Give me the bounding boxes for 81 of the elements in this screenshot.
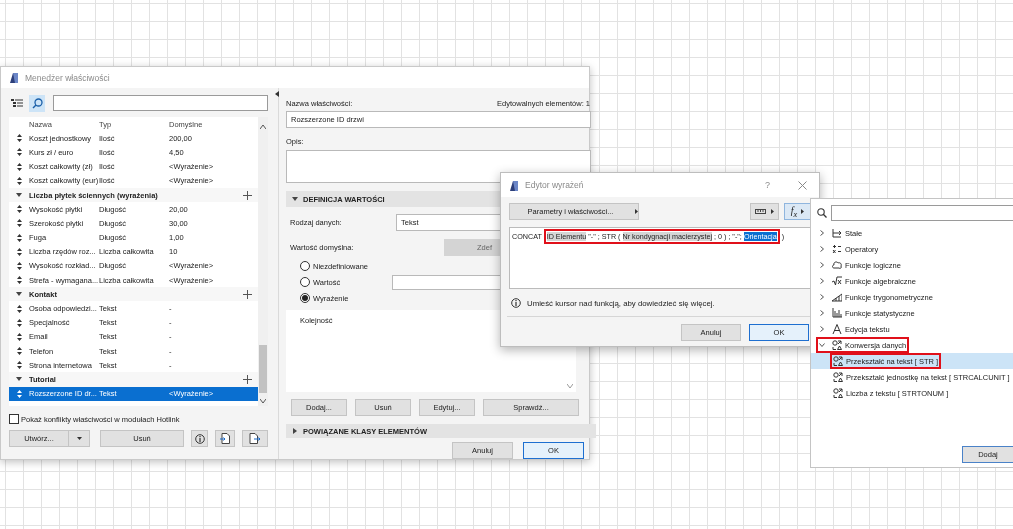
drag-handle-icon — [16, 162, 22, 171]
close-icon — [798, 180, 807, 190]
text-format-icon — [832, 324, 842, 334]
export-button[interactable] — [242, 430, 268, 447]
app-logo-icon — [9, 72, 19, 83]
window-title: Edytor wyrażeń — [525, 180, 584, 190]
expanded-arrow-icon — [16, 376, 22, 383]
scroll-up-icon — [260, 125, 266, 129]
plus-icon — [243, 374, 253, 384]
drag-handle-icon — [16, 219, 22, 228]
search-field[interactable] — [53, 95, 268, 111]
chevron-down-icon — [819, 342, 825, 348]
scroll-thumb[interactable] — [259, 345, 267, 393]
info-button[interactable] — [191, 430, 208, 447]
chevron-right-icon — [819, 326, 825, 332]
plus-icon — [243, 190, 253, 200]
bar-chart-icon — [832, 308, 842, 318]
checkbox[interactable] — [9, 414, 19, 424]
function-button[interactable]: f$_{x}$ — [784, 203, 811, 220]
drag-handle-icon — [16, 389, 22, 398]
radio-button[interactable] — [300, 277, 310, 287]
ruler-icon — [755, 209, 766, 214]
convert-shapes-icon — [833, 356, 843, 366]
units-button[interactable] — [750, 203, 779, 220]
collapsed-arrow-icon — [292, 428, 298, 434]
drag-handle-icon — [16, 148, 22, 157]
plus-icon — [243, 289, 253, 299]
drag-handle-icon — [16, 332, 22, 341]
export-document-icon — [249, 433, 261, 444]
scroll-down-icon — [260, 399, 266, 403]
search-icon — [31, 97, 43, 109]
drag-handle-icon — [16, 304, 22, 313]
info-icon — [194, 433, 205, 444]
arrow-right-icon — [771, 209, 774, 214]
square-root-icon — [832, 276, 842, 286]
collapse-arrow-icon — [275, 91, 279, 97]
import-button[interactable] — [215, 430, 235, 447]
chevron-right-icon — [819, 310, 825, 316]
help-button[interactable]: ? — [765, 180, 770, 190]
drag-handle-icon — [16, 233, 22, 242]
chevron-right-icon — [819, 294, 825, 300]
window-title: Menedżer właściwości — [25, 72, 110, 83]
radio-button[interactable] — [300, 293, 310, 303]
dropdown-button[interactable] — [68, 430, 90, 447]
drag-handle-icon — [16, 361, 22, 370]
ramp-bars-icon — [832, 292, 842, 302]
convert-shapes-icon — [832, 340, 842, 350]
radio-button[interactable] — [300, 261, 310, 271]
close-button[interactable] — [798, 180, 807, 190]
cloud-outline-icon — [832, 260, 842, 270]
arrow-right-icon — [635, 209, 639, 214]
expanded-arrow-icon — [16, 192, 22, 199]
drag-handle-icon — [16, 247, 22, 256]
drag-handle-icon — [16, 347, 22, 356]
drag-handle-icon — [16, 134, 22, 143]
search-button[interactable] — [29, 94, 45, 112]
chevron-right-icon — [819, 246, 825, 252]
operators-icon — [832, 244, 842, 254]
convert-shapes-icon — [833, 372, 843, 382]
chevron-right-icon — [819, 230, 825, 236]
drag-handle-icon — [16, 276, 22, 285]
convert-shapes-icon — [833, 388, 843, 398]
drag-handle-icon — [16, 176, 22, 185]
app-logo-icon — [509, 179, 519, 191]
chevron-right-icon — [819, 278, 825, 284]
bracket-arrow-icon — [832, 228, 842, 238]
search-field[interactable] — [831, 205, 1013, 221]
search-icon — [817, 208, 827, 218]
scroll-down-icon — [567, 384, 573, 388]
drag-handle-icon — [16, 261, 22, 270]
drag-handle-icon — [16, 318, 22, 327]
arrow-right-icon — [801, 209, 805, 214]
expanded-arrow-icon — [16, 291, 22, 298]
caret-icon — [76, 437, 82, 440]
import-document-icon — [220, 433, 230, 444]
chevron-right-icon — [819, 262, 825, 268]
list-tree-icon — [11, 98, 23, 108]
info-icon — [511, 298, 521, 308]
expanded-arrow-icon — [292, 196, 298, 202]
drag-handle-icon — [16, 205, 22, 214]
scrollbar[interactable] — [258, 117, 268, 406]
